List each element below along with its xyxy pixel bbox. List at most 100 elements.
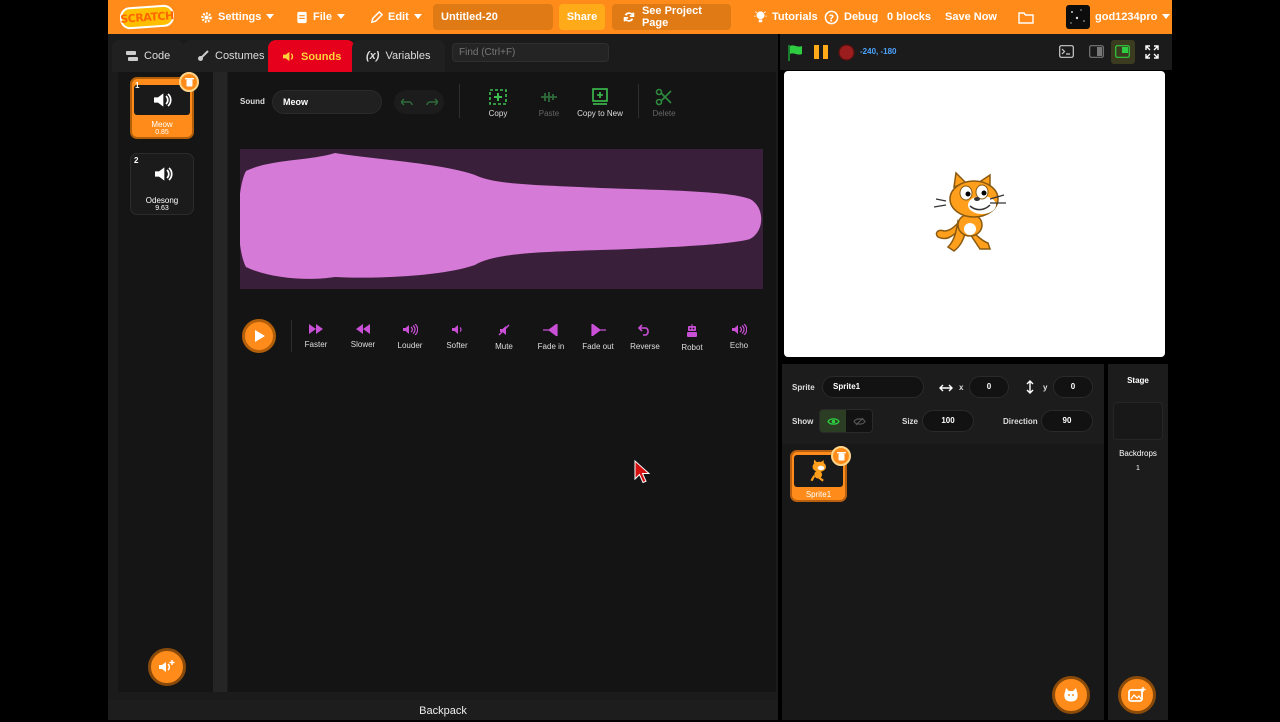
- svg-text:?: ?: [829, 13, 834, 24]
- direction-input[interactable]: 90: [1041, 410, 1093, 432]
- scratch-logo[interactable]: SCRATCH: [119, 4, 175, 30]
- echo-icon: [731, 324, 747, 335]
- debug-label: Debug: [844, 11, 879, 23]
- undo-icon[interactable]: [400, 97, 413, 107]
- effect-robot[interactable]: Robot: [670, 324, 714, 352]
- edit-menu[interactable]: Edit: [362, 0, 430, 34]
- sound-name-input[interactable]: Meow: [272, 90, 382, 114]
- effect-fade-out[interactable]: Fade out: [576, 324, 620, 351]
- folder-button[interactable]: [1010, 0, 1042, 34]
- sound-list-scrollbar[interactable]: [213, 72, 227, 692]
- file-menu[interactable]: File: [288, 0, 353, 34]
- visibility-toggle: [819, 409, 873, 433]
- mute-icon: [498, 324, 510, 336]
- add-sound-button[interactable]: [148, 648, 186, 686]
- tab-sounds-label: Sounds: [301, 50, 342, 63]
- effect-label: Softer: [446, 341, 468, 350]
- settings-menu[interactable]: Settings: [192, 0, 282, 34]
- effect-fade-in[interactable]: Fade in: [529, 324, 573, 351]
- copy-to-new-icon: [592, 88, 608, 105]
- remix-arrows-icon: [623, 12, 635, 22]
- scratch-cat-sprite[interactable]: [932, 171, 1014, 257]
- see-project-page-label: See Project Page: [641, 5, 702, 29]
- backdrops-count: 1: [1136, 465, 1140, 472]
- hide-sprite-button[interactable]: [846, 410, 872, 432]
- account-menu[interactable]: god1234pro: [1058, 0, 1178, 34]
- see-project-page-button[interactable]: See Project Page: [612, 4, 731, 30]
- tab-variables[interactable]: (x) Variables: [352, 40, 445, 72]
- choose-sprite-button[interactable]: [1052, 676, 1090, 714]
- backdrops-label: Backdrops: [1119, 449, 1157, 458]
- effect-louder[interactable]: Louder: [388, 324, 432, 350]
- stop-icon[interactable]: [838, 44, 855, 61]
- small-stage-icon[interactable]: [1089, 45, 1104, 58]
- eye-slash-icon: [852, 417, 866, 425]
- y-input[interactable]: 0: [1053, 376, 1093, 398]
- backpack-bar[interactable]: Backpack: [108, 700, 778, 720]
- tutorials-label: Tutorials: [772, 11, 818, 23]
- effect-label: Slower: [350, 340, 376, 349]
- effect-echo[interactable]: Echo: [717, 324, 761, 350]
- size-input[interactable]: 100: [922, 410, 974, 432]
- redo-icon[interactable]: [425, 97, 438, 107]
- show-sprite-button[interactable]: [820, 410, 846, 432]
- cat-icon: [809, 459, 826, 482]
- paste-icon: [541, 92, 557, 102]
- save-now-button[interactable]: Save Now: [937, 0, 1005, 34]
- add-sound-icon: [159, 660, 175, 672]
- tab-code[interactable]: Code: [112, 40, 185, 72]
- copy-to-new-label: Copy to New: [577, 109, 623, 118]
- tab-costumes[interactable]: Costumes: [183, 40, 279, 72]
- effect-slower[interactable]: Slower: [341, 324, 385, 349]
- tab-sounds[interactable]: Sounds: [268, 40, 356, 73]
- chevron-down-icon: [413, 14, 422, 19]
- sprite-name-input[interactable]: Sprite1: [822, 376, 924, 398]
- effect-label: Fade out: [582, 342, 614, 351]
- sound-name: Odesong: [145, 196, 179, 205]
- sound-item-odesong[interactable]: 2 Odesong 9.63: [130, 153, 194, 215]
- copy-to-new-button[interactable]: Copy to New: [570, 88, 630, 118]
- effect-reverse[interactable]: Reverse: [623, 324, 667, 351]
- pause-icon[interactable]: [813, 44, 829, 60]
- green-flag-icon[interactable]: [787, 44, 805, 61]
- effect-label: Faster: [304, 340, 328, 349]
- choose-backdrop-button[interactable]: [1118, 676, 1156, 714]
- sound-number: 2: [134, 156, 139, 165]
- chevron-down-icon: [1162, 14, 1171, 19]
- fullscreen-icon[interactable]: [1145, 45, 1159, 59]
- effect-faster[interactable]: Faster: [294, 324, 338, 349]
- project-title-input[interactable]: Untitled-20: [433, 4, 553, 30]
- effect-label: Echo: [729, 341, 749, 350]
- effect-mute[interactable]: Mute: [482, 324, 526, 351]
- effect-label: Mute: [495, 342, 513, 351]
- delete-sound-button[interactable]: [179, 72, 199, 92]
- stage-canvas[interactable]: [784, 71, 1165, 357]
- waveform-display[interactable]: [240, 149, 763, 289]
- copy-icon: [489, 89, 507, 105]
- terminal-icon[interactable]: [1059, 45, 1074, 58]
- debug-menu[interactable]: ? Debug: [816, 0, 886, 34]
- horizontal-arrows-icon: [939, 384, 953, 392]
- find-input[interactable]: Find (Ctrl+F): [452, 43, 609, 62]
- delete-button[interactable]: Delete: [634, 88, 694, 118]
- play-icon: [254, 330, 265, 342]
- add-backdrop-icon: [1128, 687, 1146, 702]
- volume-down-icon: [451, 325, 462, 334]
- delete-sprite-button[interactable]: [831, 446, 851, 466]
- sound-name: Meow: [151, 120, 173, 129]
- effect-softer[interactable]: Softer: [435, 324, 479, 350]
- folder-icon: [1018, 11, 1034, 24]
- play-button[interactable]: [242, 319, 276, 353]
- variable-x-icon: (x): [366, 50, 380, 62]
- tutorials-menu[interactable]: Tutorials: [746, 0, 826, 34]
- blocks-count: 0 blocks: [879, 0, 939, 34]
- chevron-down-icon: [266, 14, 275, 19]
- lightbulb-icon: [754, 11, 767, 23]
- share-button[interactable]: Share: [559, 4, 605, 30]
- gear-icon: [201, 11, 212, 23]
- stage-thumbnail[interactable]: [1113, 402, 1163, 440]
- normal-stage-button[interactable]: [1111, 40, 1135, 64]
- x-input[interactable]: 0: [969, 376, 1009, 398]
- trash-icon: [836, 452, 846, 461]
- size-label: Size: [902, 417, 919, 426]
